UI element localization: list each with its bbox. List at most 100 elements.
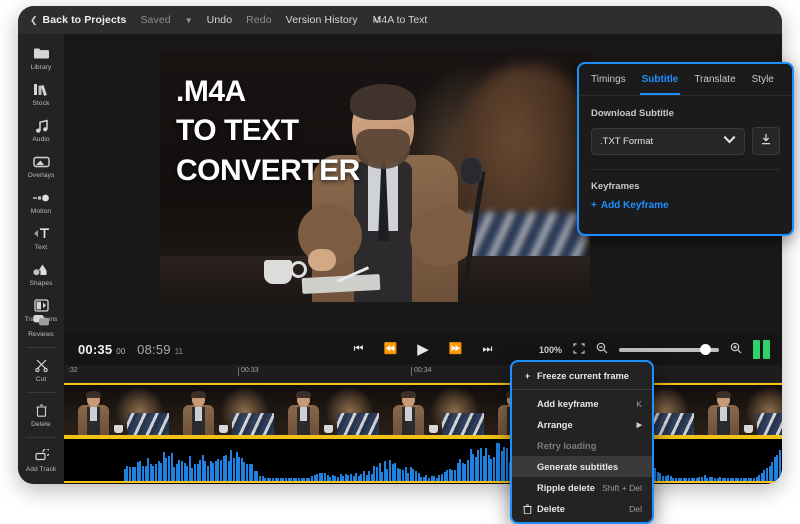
tab-subtitle[interactable]: Subtitle <box>642 64 679 95</box>
tab-timings[interactable]: Timings <box>591 64 626 95</box>
audio-waveform <box>64 439 782 481</box>
player-controls-bar: 00:35 00 08:59 11 ⏮ ⏪ ▶ ⏩ ⏭ 100% <box>64 334 782 365</box>
zoom-slider[interactable] <box>619 348 719 352</box>
download-subtitle-button[interactable] <box>752 127 780 155</box>
sidebar-label: Overlays <box>28 172 55 179</box>
chevron-down-icon[interactable]: ▼ <box>185 16 193 25</box>
timeline-ruler[interactable]: :32 00:33 00:34 0:35 <box>64 365 782 383</box>
sidebar-item-overlays[interactable]: Overlays <box>18 148 64 184</box>
menu-item-shortcut: Del <box>629 504 642 514</box>
timeline-video-track[interactable] <box>64 383 782 437</box>
menu-item-shortcut: K <box>636 399 642 409</box>
overlay-line-2: TO TEXT <box>176 116 360 145</box>
ruler-tick: 00:34 <box>414 367 432 374</box>
video-thumbnail <box>694 385 782 435</box>
overlays-icon <box>32 154 50 169</box>
folder-icon <box>32 46 50 61</box>
text-icon <box>32 226 50 241</box>
menu-item-label: Arrange <box>537 420 573 430</box>
video-thumbnail <box>64 385 169 435</box>
redo-button[interactable]: Redo <box>246 14 272 26</box>
sidebar-label: Motion <box>31 208 51 215</box>
shapes-icon <box>32 262 50 277</box>
subtitle-format-select[interactable]: .TXT Format <box>591 128 745 155</box>
tab-style[interactable]: Style <box>752 64 774 95</box>
plus-icon: + <box>591 200 597 211</box>
timeline-audio-track[interactable] <box>64 437 782 483</box>
fast-forward-icon[interactable]: ⏩ <box>449 344 463 355</box>
sidebar-item-motion[interactable]: Motion <box>18 184 64 220</box>
menu-item-label: Generate subtitles <box>537 462 618 472</box>
sidebar-label: Library <box>31 64 52 71</box>
menu-item-label: Delete <box>537 504 565 514</box>
sidebar-label: Reviews <box>28 331 54 338</box>
motion-icon <box>32 190 50 205</box>
sidebar-top-group: Library Stock Audio <box>18 34 64 328</box>
menu-divider <box>512 389 652 390</box>
download-row: .TXT Format <box>591 127 780 155</box>
menu-item-add-keyframe[interactable]: Add keyframe K <box>512 393 652 414</box>
undo-button[interactable]: Undo <box>207 14 233 26</box>
overlay-line-1: .M4A <box>176 77 360 106</box>
panel-tabs: Timings Subtitle Translate Style <box>579 64 792 96</box>
menu-item-freeze-current-frame[interactable]: + Freeze current frame <box>512 365 652 386</box>
sidebar-divider <box>26 437 56 438</box>
download-subtitle-label: Download Subtitle <box>591 108 780 119</box>
skip-to-end-icon[interactable]: ⏭ <box>482 344 492 355</box>
menu-item-ripple-delete[interactable]: Ripple delete Shift + Del <box>512 477 652 498</box>
panel-body: Download Subtitle .TXT Format Keyframes … <box>579 96 792 211</box>
history-clock-icon[interactable]: ↺ <box>374 15 382 26</box>
video-thumbnail <box>379 385 484 435</box>
timeline[interactable]: :32 00:33 00:34 0:35 <box>64 365 782 484</box>
menu-item-shortcut: Shift + Del <box>602 483 642 493</box>
tab-translate[interactable]: Translate <box>694 64 735 95</box>
sidebar-item-library[interactable]: Library <box>18 40 64 76</box>
saved-status: Saved <box>140 14 170 26</box>
menu-item-arrange[interactable]: Arrange ▶ <box>512 414 652 435</box>
sidebar-item-shapes[interactable]: Shapes <box>18 256 64 292</box>
menu-item-generate-subtitles[interactable]: Generate subtitles <box>512 456 652 477</box>
left-sidebar: Library Stock Audio <box>18 34 64 484</box>
zoom-slider-knob[interactable] <box>700 344 711 355</box>
panel-divider <box>591 169 780 170</box>
menu-item-label: Ripple delete <box>537 483 595 493</box>
sidebar-item-stock[interactable]: Stock <box>18 76 64 112</box>
back-to-projects-button[interactable]: Back to Projects <box>43 14 127 26</box>
sidebar-label: Shapes <box>30 280 53 287</box>
add-keyframe-label: Add Keyframe <box>601 200 669 211</box>
sidebar-item-cut[interactable]: Cut <box>18 352 64 388</box>
play-icon[interactable]: ▶ <box>417 342 429 357</box>
menu-item-delete[interactable]: Delete Del <box>512 498 652 519</box>
music-note-icon <box>32 118 50 133</box>
stock-icon <box>32 82 50 97</box>
overlay-line-3: CONVERTER <box>176 156 360 185</box>
sidebar-label: Audio <box>32 136 49 143</box>
video-preview[interactable]: .M4A TO TEXT CONVERTER <box>160 51 590 302</box>
video-thumbnail <box>169 385 274 435</box>
skip-to-start-icon[interactable]: ⏮ <box>354 344 364 355</box>
ruler-tick: 00:33 <box>241 367 259 374</box>
plus-icon: + <box>522 371 533 381</box>
scissors-icon <box>32 358 50 373</box>
sidebar-bottom-group: Reviews Cut Delete <box>18 307 64 478</box>
sidebar-item-add-track[interactable]: Add Track <box>18 442 64 478</box>
subtitle-format-value: .TXT Format <box>600 136 653 147</box>
sidebar-label: Cut <box>36 376 47 383</box>
add-keyframe-button[interactable]: + Add Keyframe <box>591 200 780 211</box>
sidebar-item-audio[interactable]: Audio <box>18 112 64 148</box>
add-track-icon <box>32 448 50 463</box>
menu-item-retry-loading: Retry loading <box>512 435 652 456</box>
sidebar-label: Add Track <box>26 466 57 473</box>
back-chevron-icon: ❮ <box>30 15 38 26</box>
video-thumbnail <box>274 385 379 435</box>
menu-item-label: Add keyframe <box>537 399 599 409</box>
rewind-icon[interactable]: ⏪ <box>384 344 398 355</box>
sidebar-item-delete[interactable]: Delete <box>18 397 64 433</box>
sidebar-item-text[interactable]: Text <box>18 220 64 256</box>
sidebar-label: Stock <box>33 100 50 107</box>
timeline-context-menu: + Freeze current frame Add keyframe K Ar… <box>510 360 654 524</box>
sidebar-divider <box>26 347 56 348</box>
sidebar-divider <box>26 392 56 393</box>
version-history-button[interactable]: Version History <box>286 14 358 26</box>
sidebar-item-reviews[interactable]: Reviews <box>18 307 64 343</box>
